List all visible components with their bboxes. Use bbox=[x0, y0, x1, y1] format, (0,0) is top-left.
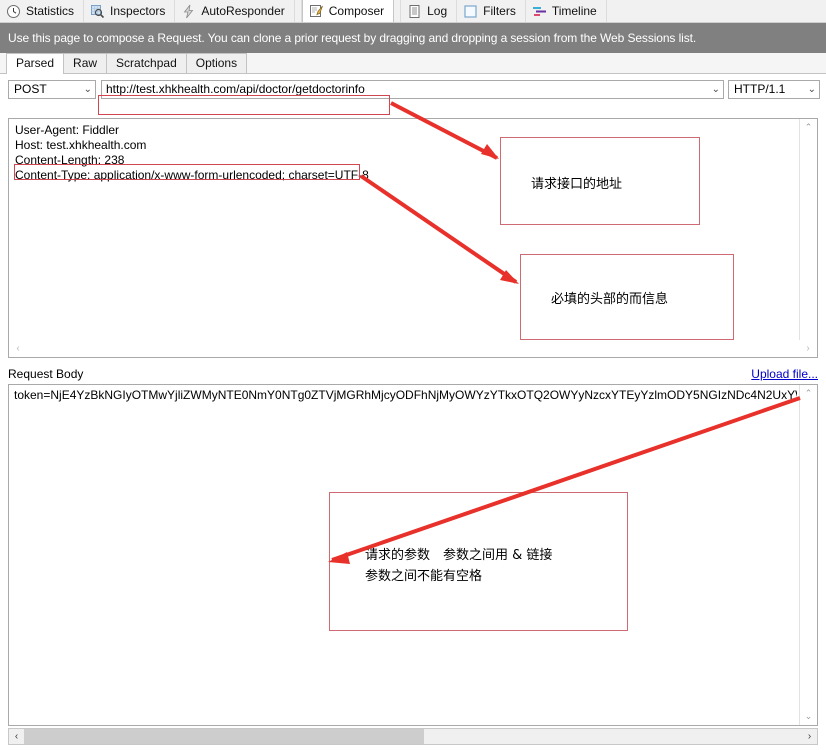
annotation-body-line1: 请求的参数 参数之间用 & 链接 bbox=[365, 548, 553, 563]
body-scrollbar-track[interactable] bbox=[24, 729, 802, 744]
toolbar-tab-inspectors-label: Inspectors bbox=[110, 4, 166, 18]
lightning-icon bbox=[181, 4, 196, 19]
chevron-down-icon-url[interactable]: ⌄ bbox=[708, 84, 720, 95]
url-combobox[interactable]: ⌄ bbox=[101, 79, 724, 99]
toolbar-tab-statistics[interactable]: Statistics bbox=[0, 0, 85, 22]
headers-horizontal-scrollbar[interactable]: ‹ › bbox=[8, 340, 818, 358]
body-vertical-scrollbar[interactable]: ⌃ ⌄ bbox=[799, 385, 817, 725]
main-toolbar: Statistics Inspectors AutoResponder Comp… bbox=[0, 0, 826, 23]
subtab-parsed-label: Parsed bbox=[16, 56, 55, 70]
toolbar-separator-2 bbox=[394, 0, 402, 22]
toolbar-tab-timeline[interactable]: Timeline bbox=[525, 0, 607, 22]
subtab-options[interactable]: Options bbox=[185, 53, 248, 73]
upload-file-link[interactable]: Upload file... bbox=[751, 367, 818, 381]
subtab-parsed[interactable]: Parsed bbox=[6, 53, 65, 74]
toolbar-tab-log[interactable]: Log bbox=[401, 0, 458, 22]
subtab-scratchpad[interactable]: Scratchpad bbox=[106, 53, 187, 73]
http-version-value: HTTP/1.1 bbox=[734, 82, 786, 96]
toolbar-tab-inspectors[interactable]: Inspectors bbox=[84, 0, 176, 22]
body-scroll-down-icon[interactable]: ⌄ bbox=[800, 708, 817, 725]
toolbar-tab-statistics-label: Statistics bbox=[26, 4, 75, 18]
scroll-up-icon[interactable]: ⌃ bbox=[800, 119, 817, 136]
scroll-right-icon[interactable]: › bbox=[801, 343, 815, 354]
magnifier-icon bbox=[90, 4, 105, 19]
body-scrollbar-thumb[interactable] bbox=[24, 729, 424, 744]
body-scroll-up-icon[interactable]: ⌃ bbox=[800, 385, 817, 402]
annotation-body-text: 请求的参数 参数之间用 & 链接 参数之间不能有空格 bbox=[365, 545, 552, 587]
request-body-text[interactable]: token=NjE4YzBkNGIyOTMwYjliZWMyNTE0NmY0NT… bbox=[14, 388, 797, 402]
scroll-left-icon[interactable]: ‹ bbox=[11, 343, 25, 354]
toolbar-tab-autoresponder-label: AutoResponder bbox=[201, 4, 285, 18]
request-line-row: POST ⌄ ⌄ HTTP/1.1 ⌄ bbox=[0, 74, 826, 102]
toolbar-separator bbox=[294, 0, 302, 22]
subtab-scratchpad-label: Scratchpad bbox=[116, 56, 177, 70]
list-icon bbox=[407, 4, 422, 19]
annotation-headers-text: 必填的头部的而信息 bbox=[551, 292, 669, 307]
toolbar-tab-autoresponder[interactable]: AutoResponder bbox=[175, 0, 295, 22]
headers-vertical-scrollbar[interactable]: ⌃ ⌄ bbox=[799, 119, 817, 357]
timeline-icon bbox=[532, 4, 547, 19]
annotation-url-text: 请求接口的地址 bbox=[531, 177, 623, 192]
toolbar-tab-composer-label: Composer bbox=[328, 4, 385, 18]
request-body-label: Request Body bbox=[8, 367, 84, 381]
annotation-box-url: 请求接口的地址 bbox=[500, 137, 700, 225]
body-scroll-right-icon[interactable]: › bbox=[802, 731, 817, 742]
body-horizontal-scrollbar[interactable]: ‹ › bbox=[8, 728, 818, 745]
clock-icon bbox=[6, 4, 21, 19]
info-banner: Use this page to compose a Request. You … bbox=[0, 23, 826, 53]
subtab-options-label: Options bbox=[195, 56, 238, 70]
body-scroll-left-icon[interactable]: ‹ bbox=[9, 731, 24, 742]
pencil-note-icon bbox=[309, 4, 324, 19]
annotation-box-body: 请求的参数 参数之间用 & 链接 参数之间不能有空格 bbox=[329, 492, 628, 631]
url-input[interactable] bbox=[106, 81, 708, 97]
toolbar-tab-log-label: Log bbox=[427, 4, 448, 18]
http-method-value: POST bbox=[14, 82, 47, 96]
chevron-down-icon: ⌄ bbox=[83, 83, 92, 95]
composer-subtabs: Parsed Raw Scratchpad Options bbox=[0, 53, 826, 74]
chevron-down-icon-version: ⌄ bbox=[807, 83, 816, 95]
annotation-box-headers: 必填的头部的而信息 bbox=[520, 254, 734, 340]
toolbar-tab-filters-label: Filters bbox=[483, 4, 516, 18]
annotation-body-line2: 参数之间不能有空格 bbox=[365, 569, 483, 584]
http-version-select[interactable]: HTTP/1.1 ⌄ bbox=[728, 79, 820, 99]
request-body-bar: Request Body Upload file... bbox=[8, 366, 818, 382]
subtab-raw[interactable]: Raw bbox=[63, 53, 108, 73]
subtab-raw-label: Raw bbox=[73, 56, 98, 70]
toolbar-tab-composer[interactable]: Composer bbox=[301, 0, 395, 22]
square-icon bbox=[463, 4, 478, 19]
toolbar-tab-timeline-label: Timeline bbox=[551, 4, 597, 18]
toolbar-tab-filters[interactable]: Filters bbox=[457, 0, 526, 22]
info-banner-text: Use this page to compose a Request. You … bbox=[8, 31, 697, 45]
http-method-select[interactable]: POST ⌄ bbox=[8, 79, 96, 99]
